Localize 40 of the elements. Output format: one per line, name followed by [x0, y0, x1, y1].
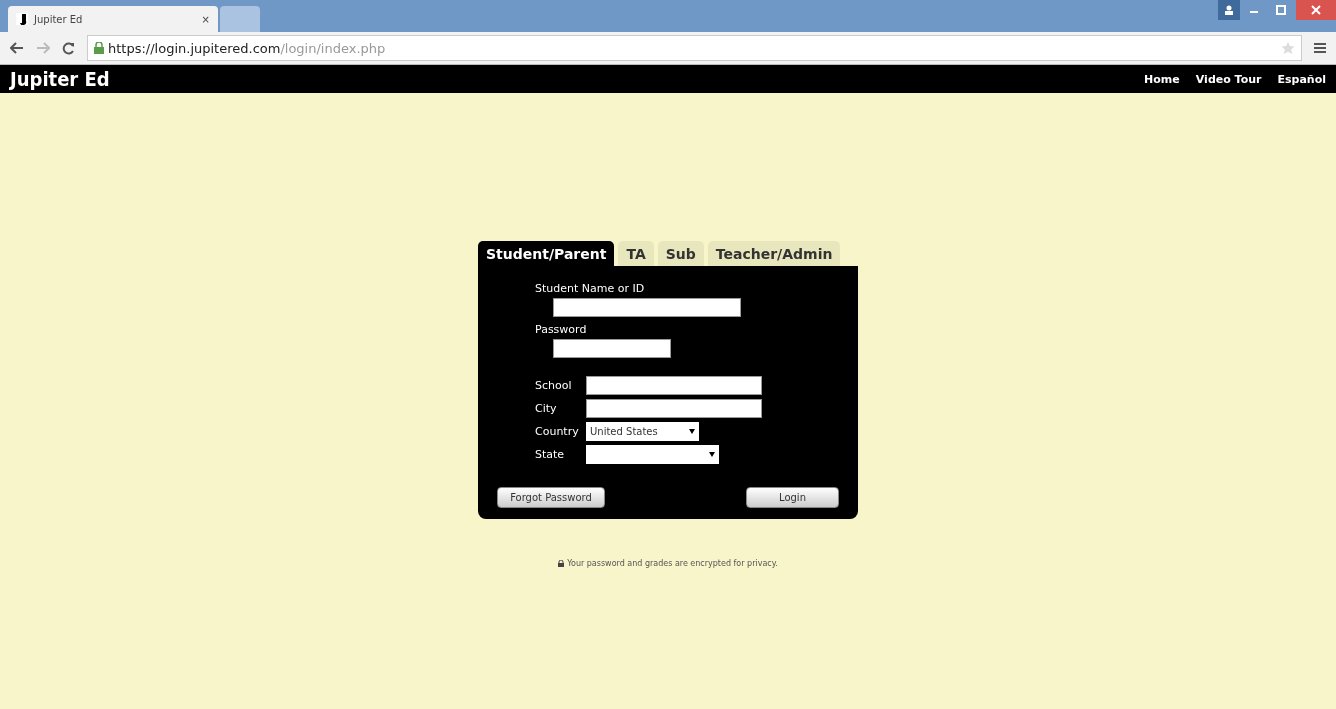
menu-icon[interactable]: [1314, 42, 1326, 54]
field-label: State: [535, 448, 566, 461]
lock-icon: [558, 560, 565, 567]
browser-tab[interactable]: Jupiter Ed ×: [8, 6, 218, 32]
close-icon[interactable]: [1296, 0, 1336, 20]
login-tab[interactable]: Sub: [657, 241, 704, 266]
field-label: Student Name or ID: [535, 282, 646, 295]
user-icon[interactable]: [1218, 0, 1240, 20]
input-field[interactable]: [586, 376, 762, 395]
privacy-note: Your password and grades are encrypted for privacy.: [567, 559, 778, 568]
login-tab[interactable]: Student/Parent: [478, 241, 615, 266]
tab-title: Jupiter Ed: [34, 13, 84, 25]
lock-icon: [94, 42, 104, 54]
dropdown[interactable]: United States: [586, 422, 699, 441]
field-label: Country: [535, 425, 580, 438]
field-label: City: [535, 402, 558, 415]
input-field[interactable]: [553, 339, 671, 358]
url-path: /login/index.php: [280, 40, 386, 56]
nav-link[interactable]: Home: [1144, 72, 1180, 86]
back-icon[interactable]: [10, 42, 24, 54]
input-field[interactable]: [586, 399, 762, 418]
dropdown-arrow-icon: [689, 429, 695, 434]
reload-icon[interactable]: [62, 41, 75, 55]
input-field[interactable]: [553, 298, 741, 317]
forgot-password-button[interactable]: Forgot Password: [497, 487, 605, 508]
field-label: School: [535, 379, 573, 392]
nav-link[interactable]: Español: [1277, 72, 1326, 86]
site-logo[interactable]: Jupiter Ed: [10, 67, 110, 91]
star-icon[interactable]: [1281, 41, 1295, 55]
close-tab-icon[interactable]: ×: [201, 13, 210, 25]
login-tab[interactable]: TA: [618, 241, 654, 266]
login-tab[interactable]: Teacher/Admin: [707, 241, 841, 266]
favicon-icon: [16, 13, 28, 25]
dropdown-arrow-icon: [709, 452, 715, 457]
address-bar[interactable]: https://login.jupitered.com/login/index.php: [87, 35, 1302, 61]
field-label: Password: [535, 323, 588, 336]
nav-link[interactable]: Video Tour: [1195, 72, 1262, 86]
login-button[interactable]: Login: [746, 487, 839, 508]
forward-icon[interactable]: [36, 42, 50, 54]
url-host: https://login.jupitered.com: [108, 40, 281, 56]
